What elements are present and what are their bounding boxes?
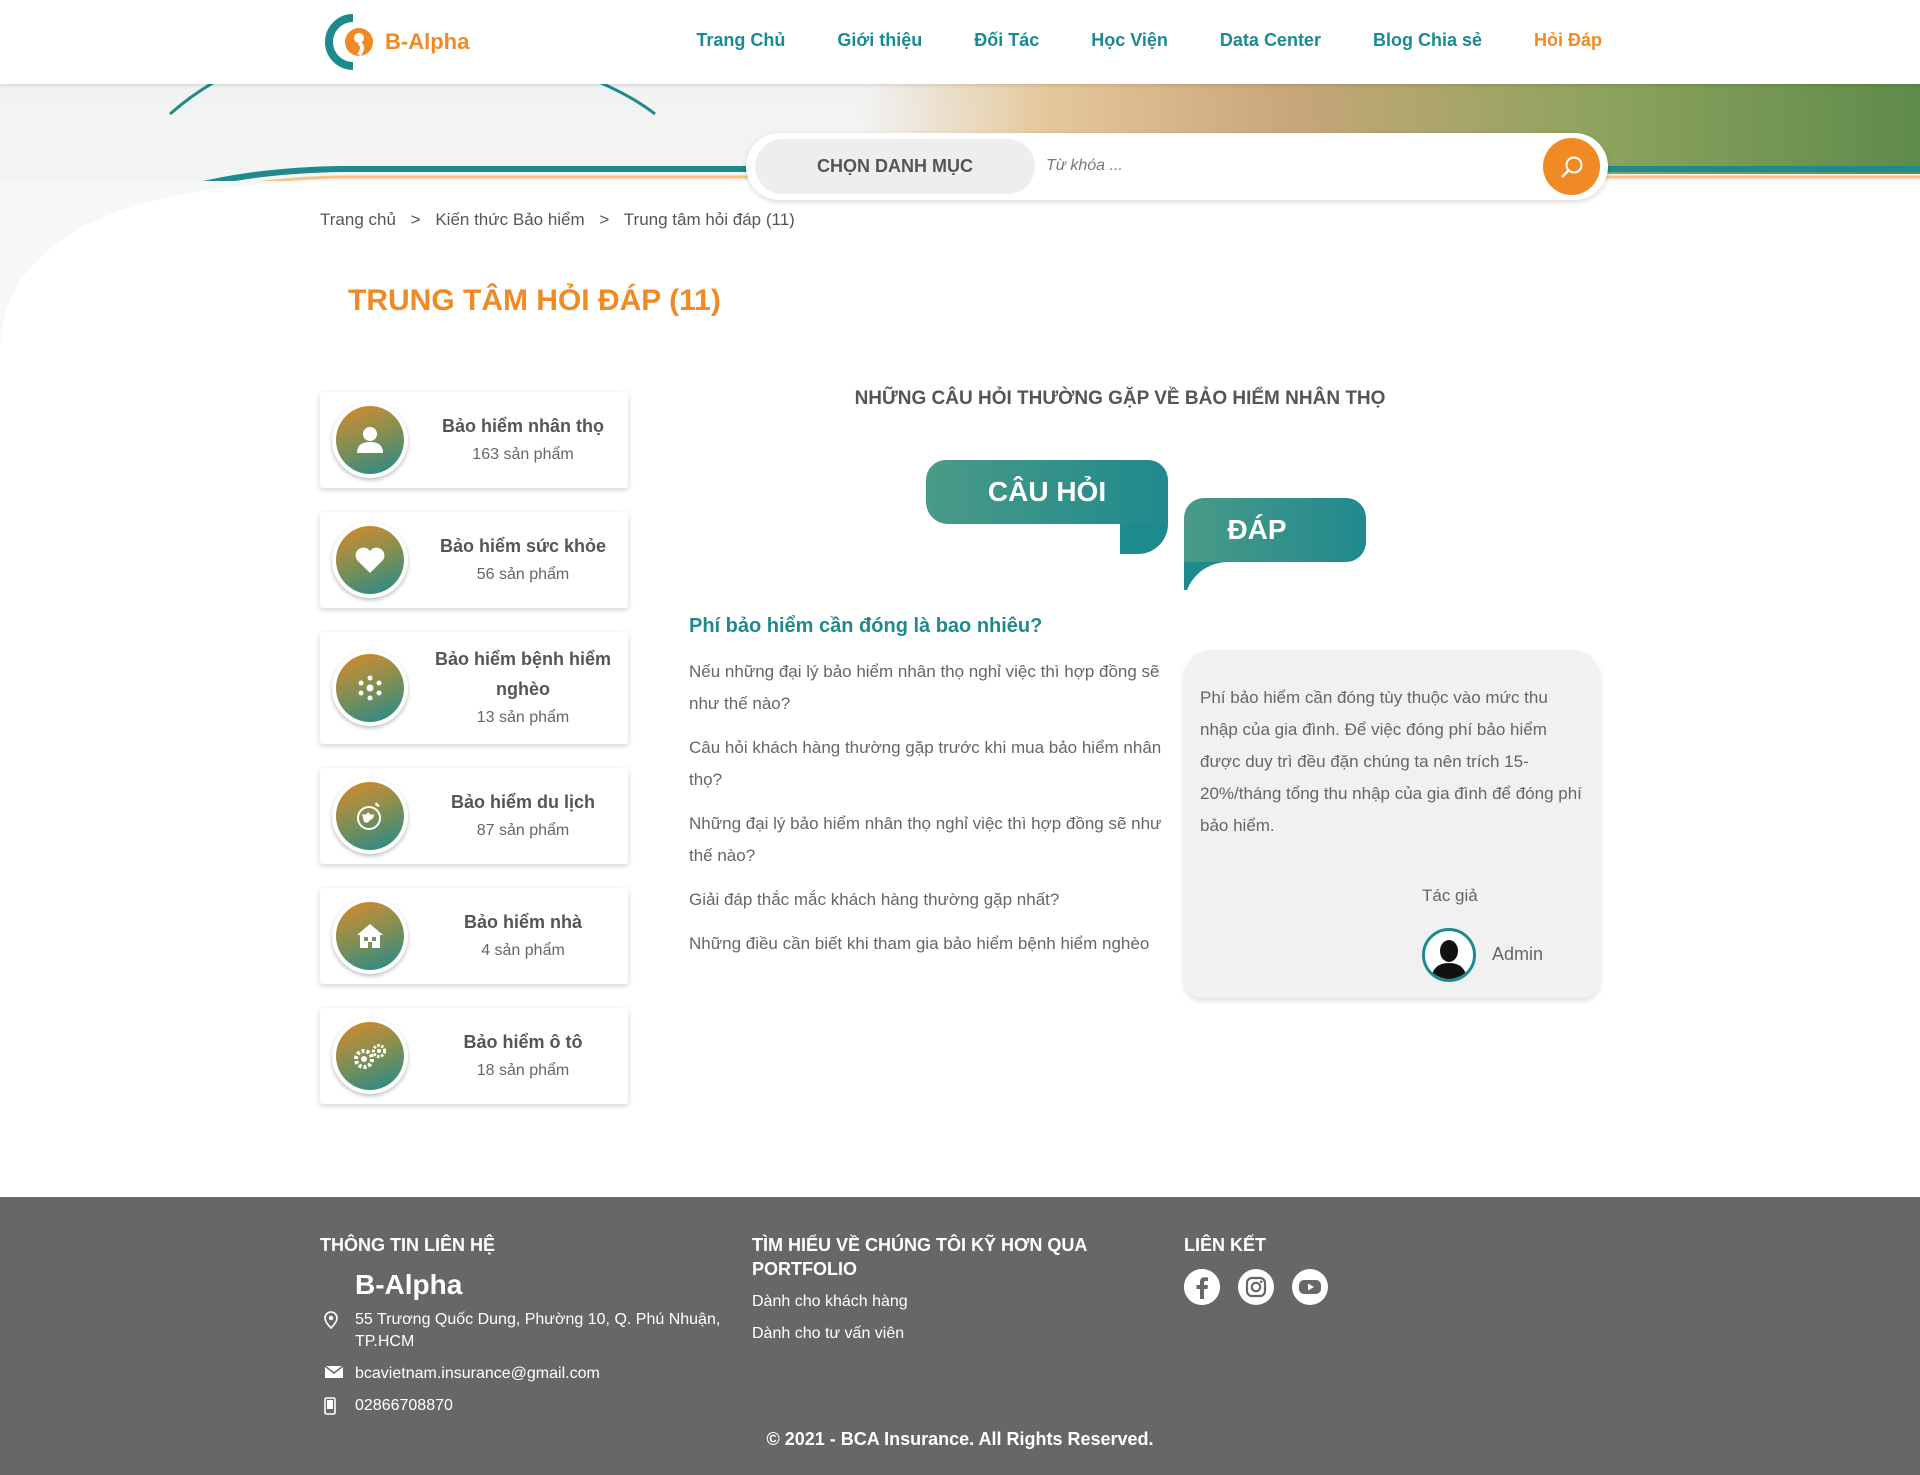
site-header: B-Alpha Trang Chủ Giới thiệu Đối Tác Học… <box>0 0 1920 84</box>
footer-heading: THÔNG TIN LIÊN HỆ <box>320 1235 495 1255</box>
nav-gioi-thieu[interactable]: Giới thiệu <box>837 30 922 51</box>
breadcrumb-separator: > <box>410 210 421 229</box>
footer-portfolio: TÌM HIỂU VỀ CHÚNG TÔI KỸ HƠN QUA PORTFOL… <box>752 1233 1132 1345</box>
category-count: 87 sản phẩm <box>476 822 570 839</box>
category-name: Bảo hiểm nhân thọ <box>442 416 604 436</box>
logo[interactable]: B-Alpha <box>325 14 469 70</box>
youtube-icon[interactable] <box>1292 1269 1328 1305</box>
house-icon <box>357 924 383 948</box>
question-list: Phí bảo hiểm cần đóng là bao nhiêu? Nếu … <box>689 615 1164 972</box>
hero-banner <box>0 84 1920 354</box>
molecule-icon <box>358 675 382 701</box>
question-item[interactable]: Những đại lý bảo hiểm nhân thọ nghỉ việc… <box>689 808 1164 872</box>
category-name: Bảo hiểm sức khỏe <box>439 536 607 556</box>
category-name: Bảo hiểm du lịch <box>450 792 596 812</box>
facebook-icon[interactable] <box>1184 1269 1220 1305</box>
logo-text: B-Alpha <box>385 29 470 54</box>
footer-link-advisors[interactable]: Dành cho tư vấn viên <box>752 1323 1132 1345</box>
breadcrumb-home[interactable]: Trang chủ <box>320 210 396 229</box>
search-button[interactable] <box>1543 138 1600 195</box>
footer-brand: B-Alpha <box>355 1269 463 1300</box>
phone-icon <box>320 1395 355 1415</box>
category-count: 18 sản phẩm <box>476 1062 570 1079</box>
category-name: Bảo hiểm ô tô <box>463 1032 583 1052</box>
question-item[interactable]: Những điều cần biết khi tham gia bảo hiể… <box>689 928 1164 960</box>
nav-hoc-vien[interactable]: Học Viện <box>1091 30 1168 51</box>
category-count: 163 sản phẩm <box>472 446 574 463</box>
nav-hoi-dap[interactable]: Hỏi Đáp <box>1534 30 1602 51</box>
person-icon <box>357 427 383 453</box>
site-footer: THÔNG TIN LIÊN HỆ B-Alpha 55 Trương Quốc… <box>0 1197 1920 1475</box>
question-item[interactable]: Nếu những đại lý bảo hiểm nhân thọ nghỉ … <box>689 656 1164 720</box>
tab-question[interactable]: CÂU HỎI <box>926 460 1168 524</box>
copyright: © 2021 - BCA Insurance. All Rights Reser… <box>766 1429 1154 1449</box>
category-card-life[interactable]: Bảo hiểm nhân thọ 163 sản phẩm <box>320 392 628 488</box>
breadcrumb: Trang chủ > Kiến thức Bảo hiểm > Trung t… <box>320 210 795 230</box>
breadcrumb-knowledge[interactable]: Kiến thức Bảo hiểm <box>435 210 584 229</box>
mail-icon <box>320 1363 355 1379</box>
footer-heading: TÌM HIỂU VỀ CHÚNG TÔI KỸ HƠN QUA PORTFOL… <box>752 1235 1087 1279</box>
nav-blog[interactable]: Blog Chia sẻ <box>1373 30 1482 51</box>
banner-swoosh <box>0 84 1920 354</box>
page-title: TRUNG TÂM HỎI ĐÁP (11) <box>348 284 721 317</box>
footer-social: LIÊN KẾT <box>1184 1233 1484 1305</box>
nav-trang-chu[interactable]: Trang Chủ <box>696 30 785 51</box>
category-name: Bảo hiểm bệnh hiểm nghèo <box>434 649 612 699</box>
avatar <box>1422 928 1476 982</box>
footer-phone[interactable]: 02866708870 <box>355 1395 453 1417</box>
category-card-home[interactable]: Bảo hiểm nhà 4 sản phẩm <box>320 888 628 984</box>
category-list: Bảo hiểm nhân thọ 163 sản phẩm Bảo hiểm … <box>320 392 628 1128</box>
gears-icon <box>354 1044 386 1069</box>
user-silhouette-icon <box>1431 940 1467 979</box>
author-name: Admin <box>1492 944 1544 964</box>
search-icon <box>1560 156 1582 178</box>
category-count: 13 sản phẩm <box>476 709 570 726</box>
author-label: Tác giả <box>1422 886 1478 905</box>
nav-doi-tac[interactable]: Đối Tác <box>974 30 1039 51</box>
answer-box: Phí bảo hiểm cần đóng tùy thuộc vào mức … <box>1184 650 1600 998</box>
category-select[interactable]: CHỌN DANH MỤC <box>755 139 1035 194</box>
location-pin-icon <box>320 1309 355 1329</box>
footer-address: 55 Trương Quốc Dung, Phường 10, Q. Phú N… <box>355 1311 721 1350</box>
footer-contact: THÔNG TIN LIÊN HỆ B-Alpha 55 Trương Quốc… <box>320 1233 740 1427</box>
category-count: 56 sản phẩm <box>476 566 570 583</box>
heart-icon <box>355 547 385 573</box>
nav-data-center[interactable]: Data Center <box>1220 30 1321 51</box>
footer-link-customers[interactable]: Dành cho khách hàng <box>752 1291 1132 1313</box>
search-input[interactable] <box>1046 149 1526 183</box>
question-item[interactable]: Câu hỏi khách hàng thường gặp trước khi … <box>689 732 1164 796</box>
category-card-health[interactable]: Bảo hiểm sức khỏe 56 sản phẩm <box>320 512 628 608</box>
question-item[interactable]: Giải đáp thắc mắc khách hàng thường gặp … <box>689 884 1164 916</box>
category-card-critical-illness[interactable]: Bảo hiểm bệnh hiểm nghèo 13 sản phẩm <box>320 632 628 744</box>
breadcrumb-separator: > <box>599 210 610 229</box>
instagram-icon[interactable] <box>1238 1269 1274 1305</box>
globe-plane-icon <box>357 802 381 830</box>
category-card-car[interactable]: Bảo hiểm ô tô 18 sản phẩm <box>320 1008 628 1104</box>
main-nav: Trang Chủ Giới thiệu Đối Tác Học Viện Da… <box>644 30 1602 51</box>
breadcrumb-current: Trung tâm hỏi đáp (11) <box>623 210 795 229</box>
footer-heading: LIÊN KẾT <box>1184 1235 1267 1255</box>
logo-icon <box>325 14 381 70</box>
category-card-travel[interactable]: Bảo hiểm du lịch 87 sản phẩm <box>320 768 628 864</box>
footer-email[interactable]: bcavietnam.insurance@gmail.com <box>355 1363 600 1385</box>
answer-text: Phí bảo hiểm cần đóng tùy thuộc vào mức … <box>1200 688 1582 835</box>
section-title: NHỮNG CÂU HỎI THƯỜNG GẶP VỀ BẢO HIỂM NHÂ… <box>854 388 1386 409</box>
category-name: Bảo hiểm nhà <box>463 912 583 932</box>
category-count: 4 sản phẩm <box>481 942 565 959</box>
search-bar: CHỌN DANH MỤC <box>746 133 1608 200</box>
active-question[interactable]: Phí bảo hiểm cần đóng là bao nhiêu? <box>689 615 1164 638</box>
tab-answer[interactable]: ĐÁP <box>1184 498 1366 562</box>
